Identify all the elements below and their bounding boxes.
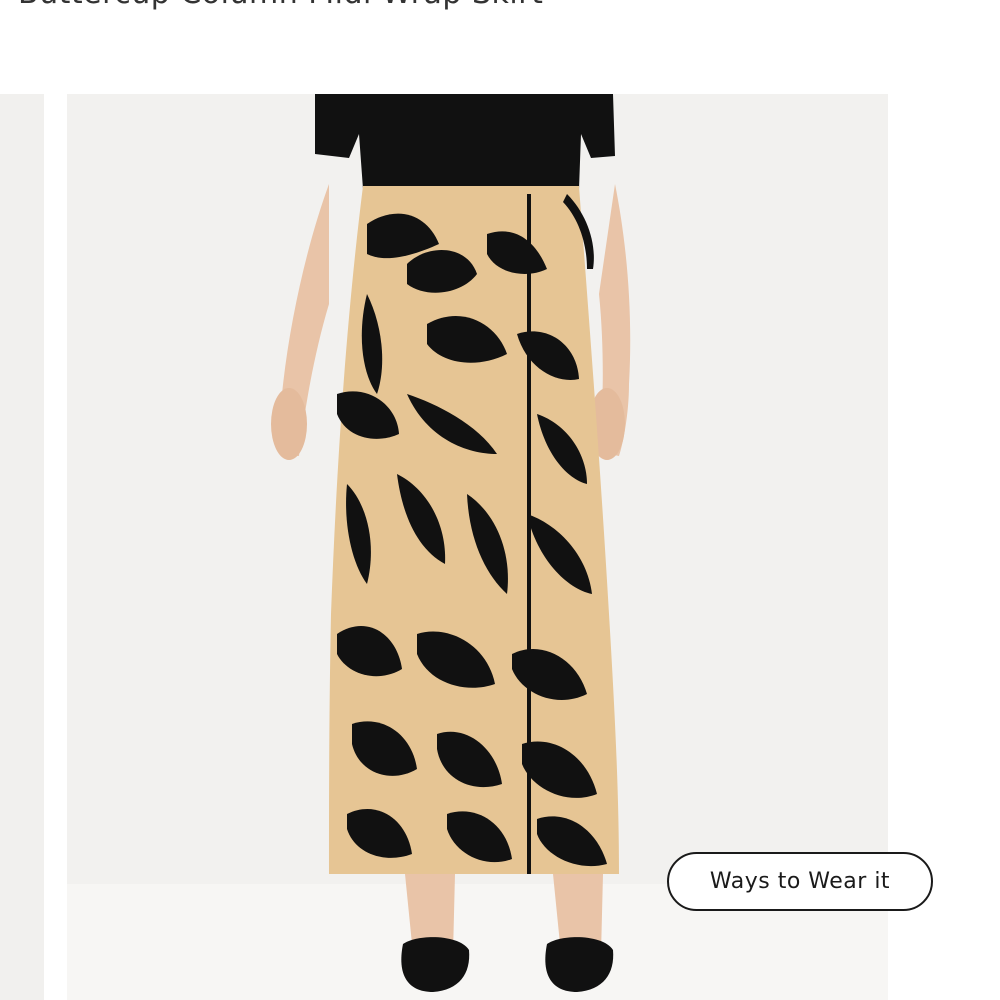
previous-image-thumbnail[interactable]: [0, 94, 44, 1000]
ways-to-wear-button[interactable]: Ways to Wear it: [667, 852, 933, 911]
product-page: Buttercup Column Midi Wrap Skirt: [0, 0, 1000, 1000]
product-title: Buttercup Column Midi Wrap Skirt: [18, 0, 543, 11]
